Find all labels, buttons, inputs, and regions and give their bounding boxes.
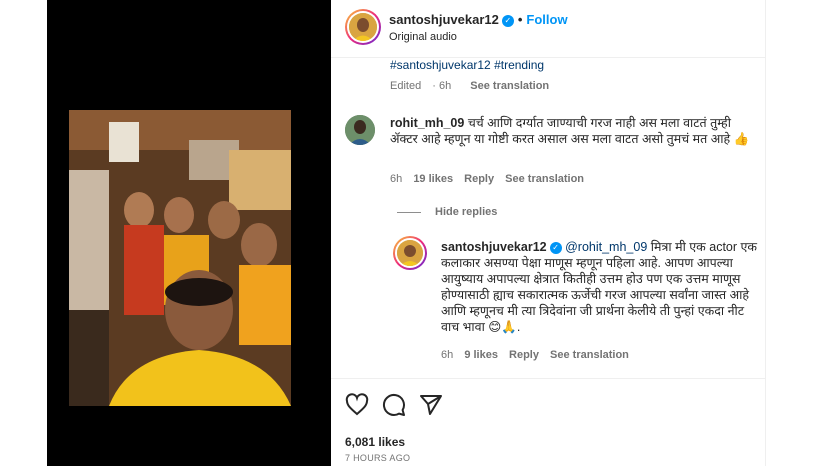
- comment-body: rohit_mh_09 चर्च आणि दर्ग्यात जाण्याची ग…: [390, 115, 755, 147]
- comment-time[interactable]: 6h: [390, 173, 402, 185]
- reply-meta: 6h 9 likes Reply See translation: [441, 349, 637, 361]
- separator-dot: •: [517, 12, 523, 27]
- commenter-username[interactable]: rohit_mh_09: [390, 116, 464, 130]
- avatar-image: [349, 13, 377, 41]
- author-username[interactable]: santoshjuvekar12: [389, 12, 499, 27]
- edited-label: Edited · 6h: [390, 80, 452, 92]
- post-info-pane: santoshjuvekar12 ✓ • Follow Original audio …: [331, 0, 766, 466]
- commenter-avatar[interactable]: [345, 115, 375, 145]
- follow-button[interactable]: Follow: [526, 12, 567, 27]
- post-media-pane: [47, 0, 331, 466]
- reply-text: मित्रा मी एक actor एक कलाकार असण्या पेक्…: [441, 240, 758, 334]
- reply-mention-link[interactable]: @rohit_mh_09: [565, 240, 647, 254]
- comment-see-translation[interactable]: See translation: [505, 173, 584, 185]
- hide-replies-divider: [397, 211, 421, 213]
- original-audio-link[interactable]: Original audio: [389, 31, 457, 43]
- reply-verified-badge-icon: ✓: [549, 242, 562, 254]
- hide-replies-button[interactable]: Hide replies: [397, 206, 497, 218]
- likes-count[interactable]: 6,081 likes: [345, 435, 405, 449]
- hide-replies-label: Hide replies: [435, 206, 498, 218]
- verified-badge-icon: ✓: [501, 15, 514, 27]
- heart-icon[interactable]: [345, 393, 369, 417]
- commenter-avatar-image: [345, 115, 375, 145]
- caption-hashtags[interactable]: #santoshjuvekar12 #trending: [390, 58, 544, 72]
- reply-reply-button[interactable]: Reply: [509, 349, 539, 361]
- caption-see-translation[interactable]: See translation: [470, 80, 549, 92]
- header-user-line: santoshjuvekar12 ✓ • Follow: [389, 12, 568, 27]
- author-avatar[interactable]: [345, 9, 381, 45]
- comments-section[interactable]: #santoshjuvekar12 #trending Edited · 6h …: [331, 58, 766, 376]
- reply-time[interactable]: 6h: [441, 349, 453, 361]
- comment-reply-button[interactable]: Reply: [464, 173, 494, 185]
- reply-username[interactable]: santoshjuvekar12: [441, 240, 547, 254]
- comment-icon[interactable]: [382, 393, 406, 417]
- share-icon[interactable]: [419, 393, 443, 417]
- post-header: santoshjuvekar12 ✓ • Follow Original audio: [331, 0, 766, 58]
- post-photo[interactable]: [69, 110, 291, 406]
- post-timestamp[interactable]: 7 HOURS AGO: [345, 453, 410, 463]
- reply-likes[interactable]: 9 likes: [464, 349, 498, 361]
- reply-body: santoshjuvekar12 ✓ @rohit_mh_09 मित्रा मी…: [441, 239, 761, 335]
- reply-see-translation[interactable]: See translation: [550, 349, 629, 361]
- comment-likes[interactable]: 19 likes: [413, 173, 453, 185]
- post-actions: 6,081 likes 7 HOURS AGO: [331, 378, 766, 466]
- caption-meta: Edited · 6h See translation: [390, 80, 557, 92]
- group-selfie-image: [69, 110, 291, 406]
- reply-avatar[interactable]: [393, 236, 427, 270]
- comment-meta: 6h 19 likes Reply See translation: [390, 173, 592, 185]
- reply-avatar-image: [397, 240, 423, 266]
